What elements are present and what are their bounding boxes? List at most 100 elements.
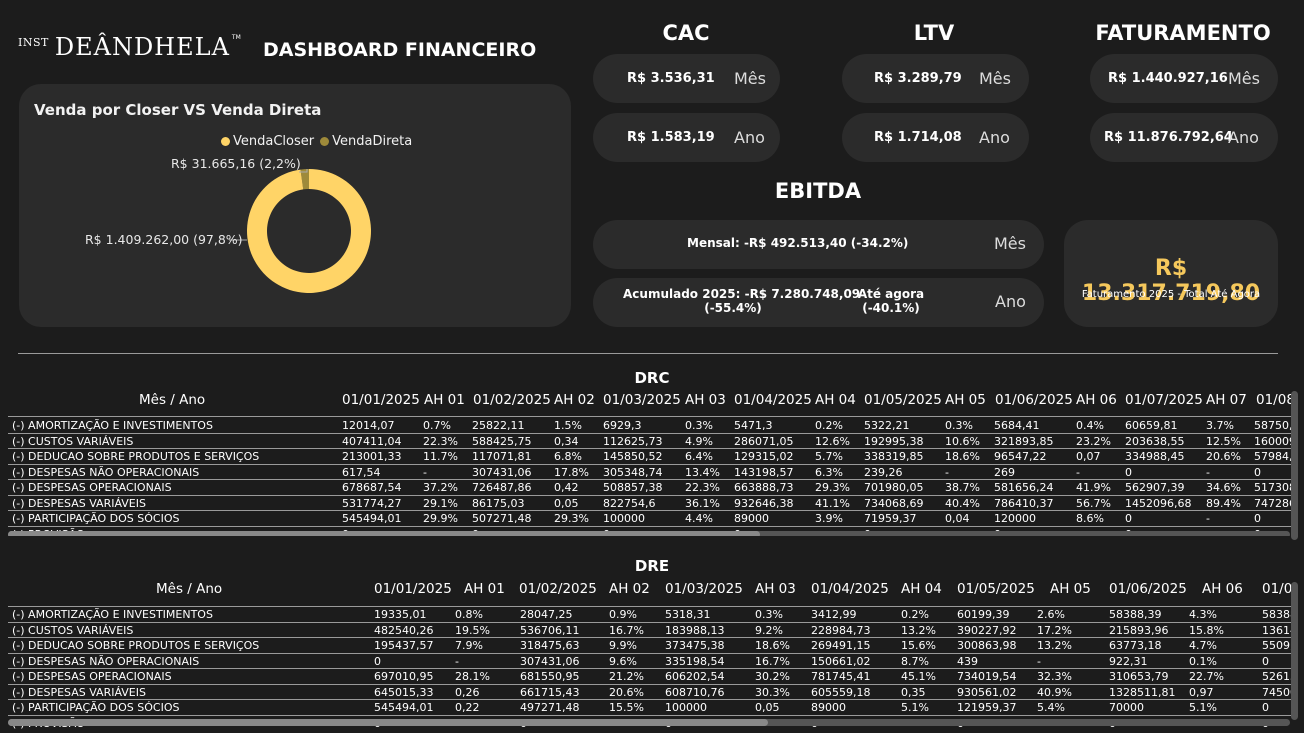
row-label[interactable]: (-) AMORTIZAÇÃO E INVESTIMENTOS xyxy=(12,419,213,432)
table-cell: 41.9% xyxy=(1076,481,1111,494)
faturamento-month-label: Mês xyxy=(1228,69,1260,88)
dre-vertical-scrollbar[interactable] xyxy=(1291,582,1298,720)
column-header[interactable]: 01/0 xyxy=(1262,581,1292,597)
table-cell: 5.1% xyxy=(901,701,929,714)
table-cell: 10.6% xyxy=(945,434,980,448)
table-cell: 40.9% xyxy=(1037,685,1072,699)
logo-wordmark: DEÂNDHELA xyxy=(54,33,230,61)
column-header[interactable]: 01/06/2025 xyxy=(995,392,1073,408)
horizontal-scrollbar-thumb[interactable] xyxy=(8,531,760,536)
table-cell: 60659,81 xyxy=(1125,419,1178,432)
column-header[interactable]: 01/05/2025 xyxy=(957,581,1035,597)
table-cell: 2.6% xyxy=(1037,608,1065,621)
table-cell: 734068,69 xyxy=(864,496,924,510)
column-header[interactable]: AH 06 xyxy=(1076,392,1117,408)
table-cell: 239,26 xyxy=(864,465,903,479)
row-divider xyxy=(8,714,1296,716)
row-label[interactable]: (-) DESPESAS VARIÁVEIS xyxy=(12,497,146,510)
row-divider xyxy=(8,652,1296,654)
table-cell: 0 xyxy=(1262,701,1269,714)
column-header[interactable]: AH 02 xyxy=(609,581,650,597)
column-header[interactable]: AH 05 xyxy=(945,392,986,408)
column-header[interactable]: AH 01 xyxy=(464,581,505,597)
horizontal-scrollbar-thumb[interactable] xyxy=(8,719,768,726)
column-header[interactable]: 01/01/2025 xyxy=(342,392,420,408)
column-header[interactable]: AH 04 xyxy=(815,392,856,408)
table-cell: 22.7% xyxy=(1189,670,1224,683)
column-header[interactable]: 01/02/2025 xyxy=(473,392,551,408)
column-header[interactable]: 01/04/2025 xyxy=(811,581,889,597)
ltv-month-card: R$ 3.289,79 Mês xyxy=(842,54,1029,103)
column-header[interactable]: AH 05 xyxy=(1050,581,1091,597)
table-cell: 701980,05 xyxy=(864,481,924,494)
row-label[interactable]: (-) DESPESAS VARIÁVEIS xyxy=(12,686,146,699)
table-cell: 89.4% xyxy=(1206,496,1241,510)
table-cell: 930561,02 xyxy=(957,685,1017,699)
column-header[interactable]: 01/06/2025 xyxy=(1109,581,1187,597)
column-header[interactable]: AH 01 xyxy=(424,392,465,408)
column-header[interactable]: AH 03 xyxy=(685,392,726,408)
column-header[interactable]: 01/03/2025 xyxy=(603,392,681,408)
row-label[interactable]: (-) CUSTOS VARIÁVEIS xyxy=(12,624,133,637)
table-cell: 3412,99 xyxy=(811,608,857,621)
table-cell: 100000 xyxy=(603,512,645,525)
cac-month-card: R$ 3.536,31 Mês xyxy=(593,54,780,103)
table-cell: 3.9% xyxy=(815,512,843,525)
row-label[interactable]: (-) DESPESAS NÃO OPERACIONAIS xyxy=(12,466,199,479)
table-cell: 335198,54 xyxy=(665,654,725,668)
table-cell: 37.2% xyxy=(423,481,458,494)
faturamento-month-value: R$ 1.440.927,16 xyxy=(1108,71,1228,86)
column-header[interactable]: AH 02 xyxy=(554,392,595,408)
column-header[interactable]: 01/02/2025 xyxy=(519,581,597,597)
dre-matrix[interactable]: Mês / Ano 01/01/2025 AH 01 01/02/2025 AH 02 0… xyxy=(8,579,1296,729)
table-cell: 334988,45 xyxy=(1125,450,1185,463)
row-label[interactable]: (-) DEDUCAO SOBRE PRODUTOS E SERVIÇOS xyxy=(12,450,259,463)
table-cell: 661715,43 xyxy=(520,685,580,699)
table-cell: 9.6% xyxy=(609,654,637,668)
column-header[interactable]: 01/08 xyxy=(1256,392,1295,408)
table-cell: 89000 xyxy=(811,701,846,714)
row-label[interactable]: (-) DESPESAS NÃO OPERACIONAIS xyxy=(12,655,199,668)
row-label[interactable]: (-) PARTICIPAÇÃO DOS SÓCIOS xyxy=(12,512,179,525)
column-header[interactable]: AH 07 xyxy=(1206,392,1247,408)
drc-matrix[interactable]: Mês / Ano 01/01/2025 AH 01 01/02/2025 AH 02 0… xyxy=(8,390,1296,536)
row-label[interactable]: (-) DESPESAS OPERACIONAIS xyxy=(12,670,172,683)
table-cell: 747286 xyxy=(1254,496,1296,510)
column-header[interactable]: AH 04 xyxy=(901,581,942,597)
table-cell: 0.3% xyxy=(685,419,713,432)
drc-vertical-scrollbar[interactable] xyxy=(1291,391,1298,540)
table-cell: 12.6% xyxy=(815,434,850,448)
table-cell: 588425,75 xyxy=(472,434,532,448)
row-label[interactable]: (-) AMORTIZAÇÃO E INVESTIMENTOS xyxy=(12,608,213,621)
row-divider xyxy=(8,699,1296,700)
ebitda-year-label: Ano xyxy=(995,292,1026,311)
ebitda-month-card: Mensal: -R$ 492.513,40 (-34.2%) Mês xyxy=(593,220,1044,269)
column-header[interactable]: 01/01/2025 xyxy=(374,581,452,597)
cac-year-card: R$ 1.583,19 Ano xyxy=(593,113,780,162)
table-cell: 307431,06 xyxy=(472,465,532,479)
table-cell: 390227,92 xyxy=(957,623,1017,637)
column-header[interactable]: 01/03/2025 xyxy=(665,581,743,597)
row-divider xyxy=(8,463,1296,465)
table-cell: 269 xyxy=(994,465,1015,479)
row-label[interactable]: (-) PARTICIPAÇÃO DOS SÓCIOS xyxy=(12,701,179,714)
row-divider xyxy=(8,432,1296,434)
column-header[interactable]: 01/04/2025 xyxy=(734,392,812,408)
column-header[interactable]: AH 06 xyxy=(1202,581,1243,597)
row-label[interactable]: (-) DESPESAS OPERACIONAIS xyxy=(12,481,172,494)
section-divider xyxy=(18,353,1278,354)
table-cell: 645015,33 xyxy=(374,685,434,699)
row-label[interactable]: (-) DEDUCAO SOBRE PRODUTOS E SERVIÇOS xyxy=(12,639,259,652)
table-cell: 5.4% xyxy=(1037,701,1065,714)
column-header[interactable]: 01/07/2025 xyxy=(1125,392,1203,408)
faturamento-year-label: Ano xyxy=(1228,128,1259,147)
column-header[interactable]: AH 03 xyxy=(755,581,796,597)
table-cell: 28.1% xyxy=(455,670,490,683)
table-cell: 143198,57 xyxy=(734,465,794,479)
column-header[interactable]: 01/05/2025 xyxy=(864,392,942,408)
donut-chart xyxy=(229,169,371,293)
table-cell: 0.1% xyxy=(1189,654,1217,668)
row-divider xyxy=(8,494,1296,496)
table-cell: 0 xyxy=(1254,512,1261,525)
row-label[interactable]: (-) CUSTOS VARIÁVEIS xyxy=(12,435,133,448)
